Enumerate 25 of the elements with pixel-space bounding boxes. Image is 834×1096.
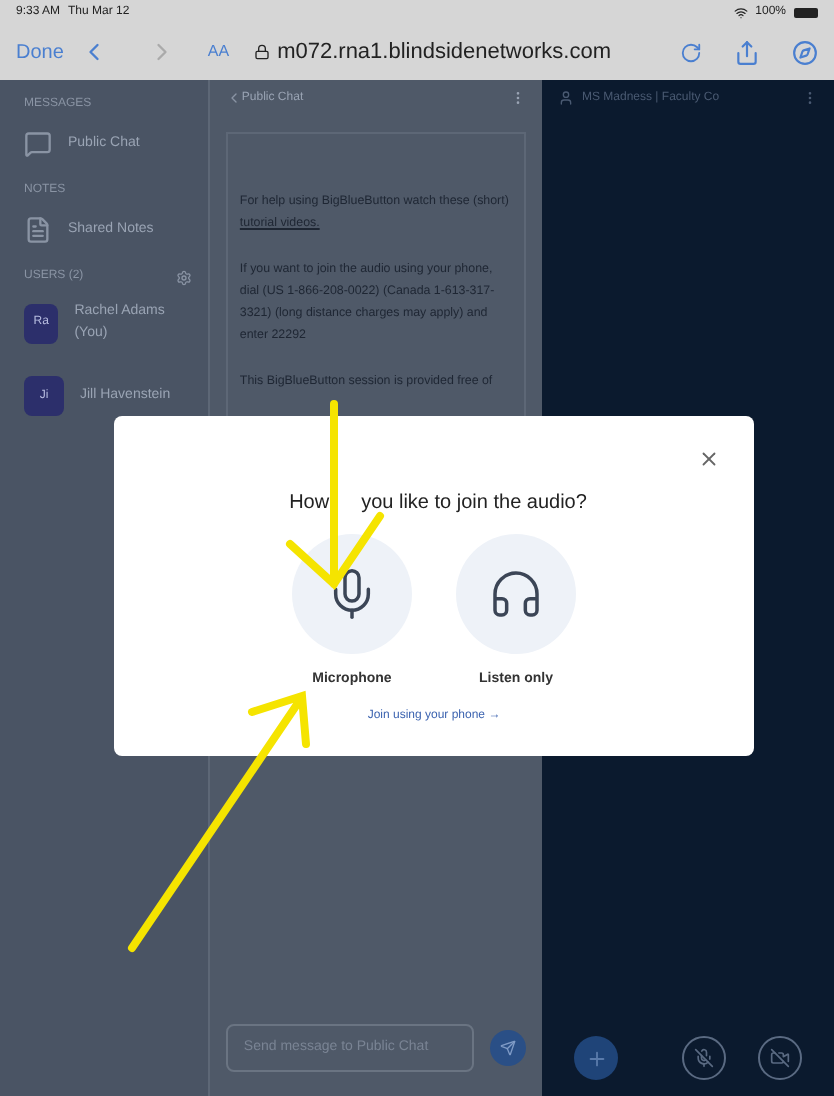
- actions-button[interactable]: [574, 1036, 618, 1080]
- audio-button[interactable]: [682, 1036, 726, 1080]
- dialog-question: you like to join the audio?: [361, 490, 587, 518]
- video-off-icon: [770, 1048, 790, 1068]
- url-text[interactable]: m072.rna1.blindsidenetworks.com: [277, 35, 611, 69]
- battery-icon: [794, 7, 818, 17]
- done-button[interactable]: Done: [16, 37, 64, 67]
- plus-icon: [585, 1047, 607, 1069]
- dialog-question: How: [289, 490, 330, 518]
- user-icon: [558, 90, 574, 106]
- video-button[interactable]: [758, 1036, 802, 1080]
- lock-icon: [253, 44, 270, 60]
- wifi-icon: [733, 5, 748, 19]
- share-icon[interactable]: [734, 39, 760, 65]
- send-icon: [500, 1040, 516, 1056]
- chat-icon: [24, 130, 52, 158]
- headphones-icon: [488, 566, 544, 622]
- close-icon[interactable]: [698, 448, 720, 470]
- muted-microphone-icon: [694, 1048, 714, 1068]
- settings-icon[interactable]: [175, 269, 192, 285]
- reload-icon[interactable]: [680, 41, 702, 63]
- notes-icon: [24, 216, 52, 244]
- send-button[interactable]: [490, 1030, 526, 1066]
- compass-icon[interactable]: [792, 39, 818, 65]
- text-size-button[interactable]: AA: [207, 40, 230, 64]
